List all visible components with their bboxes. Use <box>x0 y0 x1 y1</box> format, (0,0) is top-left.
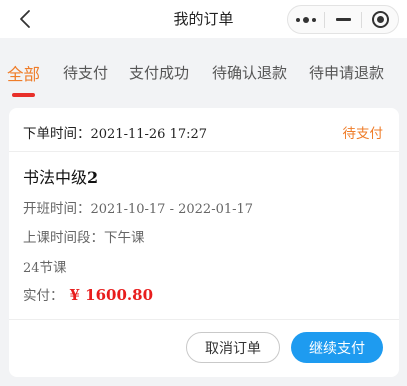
close-button[interactable] <box>362 6 398 33</box>
close-target-icon <box>371 11 389 28</box>
tab-pending-payment[interactable]: 待支付 <box>63 62 108 83</box>
paid-label: 实付： <box>23 288 64 304</box>
active-tab-indicator <box>12 93 35 97</box>
class-period-value: 下午课 <box>104 230 145 246</box>
paid-amount: ¥ 1600.80 <box>69 286 154 304</box>
order-time: 下单时间：2021-11-26 17:27 <box>23 122 207 142</box>
class-start-label: 开班时间： <box>23 201 91 217</box>
order-time-value: 2021-11-26 17:27 <box>90 127 208 142</box>
paid-row: 实付： ¥ 1600.80 <box>23 284 153 304</box>
order-card[interactable]: 下单时间：2021-11-26 17:27 待支付 书法中级2 开班时间：202… <box>9 108 399 377</box>
card-divider <box>9 319 399 320</box>
class-period-label: 上课时间段： <box>23 230 104 246</box>
mini-program-capsule <box>287 5 399 34</box>
lessons-unit: 节课 <box>39 260 67 276</box>
lessons-count: 24 <box>23 261 40 276</box>
class-start-row: 开班时间：2021-10-17 - 2022-01-17 <box>23 197 253 217</box>
lessons-row: 24节课 <box>23 256 67 276</box>
course-name-prefix: 书法中级 <box>23 168 88 187</box>
class-start-value: 2021-10-17 - 2022-01-17 <box>90 202 254 217</box>
course-name: 书法中级2 <box>23 164 98 188</box>
order-header: 下单时间：2021-11-26 17:27 待支付 <box>9 108 399 152</box>
course-name-suffix: 2 <box>87 168 99 187</box>
tab-payment-success[interactable]: 支付成功 <box>129 62 189 83</box>
tab-pending-refund-confirm[interactable]: 待确认退款 <box>212 62 287 83</box>
minimize-button[interactable] <box>325 6 361 33</box>
more-dots-icon <box>296 16 316 23</box>
order-tabs: 全部 待支付 支付成功 待确认退款 待申请退款 <box>0 38 407 100</box>
cancel-order-button[interactable]: 取消订单 <box>186 332 280 363</box>
continue-payment-button[interactable]: 继续支付 <box>291 332 383 363</box>
tab-pending-refund-apply[interactable]: 待申请退款 <box>309 62 384 83</box>
tab-all[interactable]: 全部 <box>7 61 40 85</box>
more-button[interactable] <box>288 6 324 33</box>
navbar: 我的订单 <box>0 0 407 38</box>
order-time-label: 下单时间： <box>23 126 91 142</box>
minimize-icon <box>335 18 351 21</box>
class-period-row: 上课时间段：下午课 <box>23 226 145 246</box>
order-status-badge: 待支付 <box>342 126 384 142</box>
